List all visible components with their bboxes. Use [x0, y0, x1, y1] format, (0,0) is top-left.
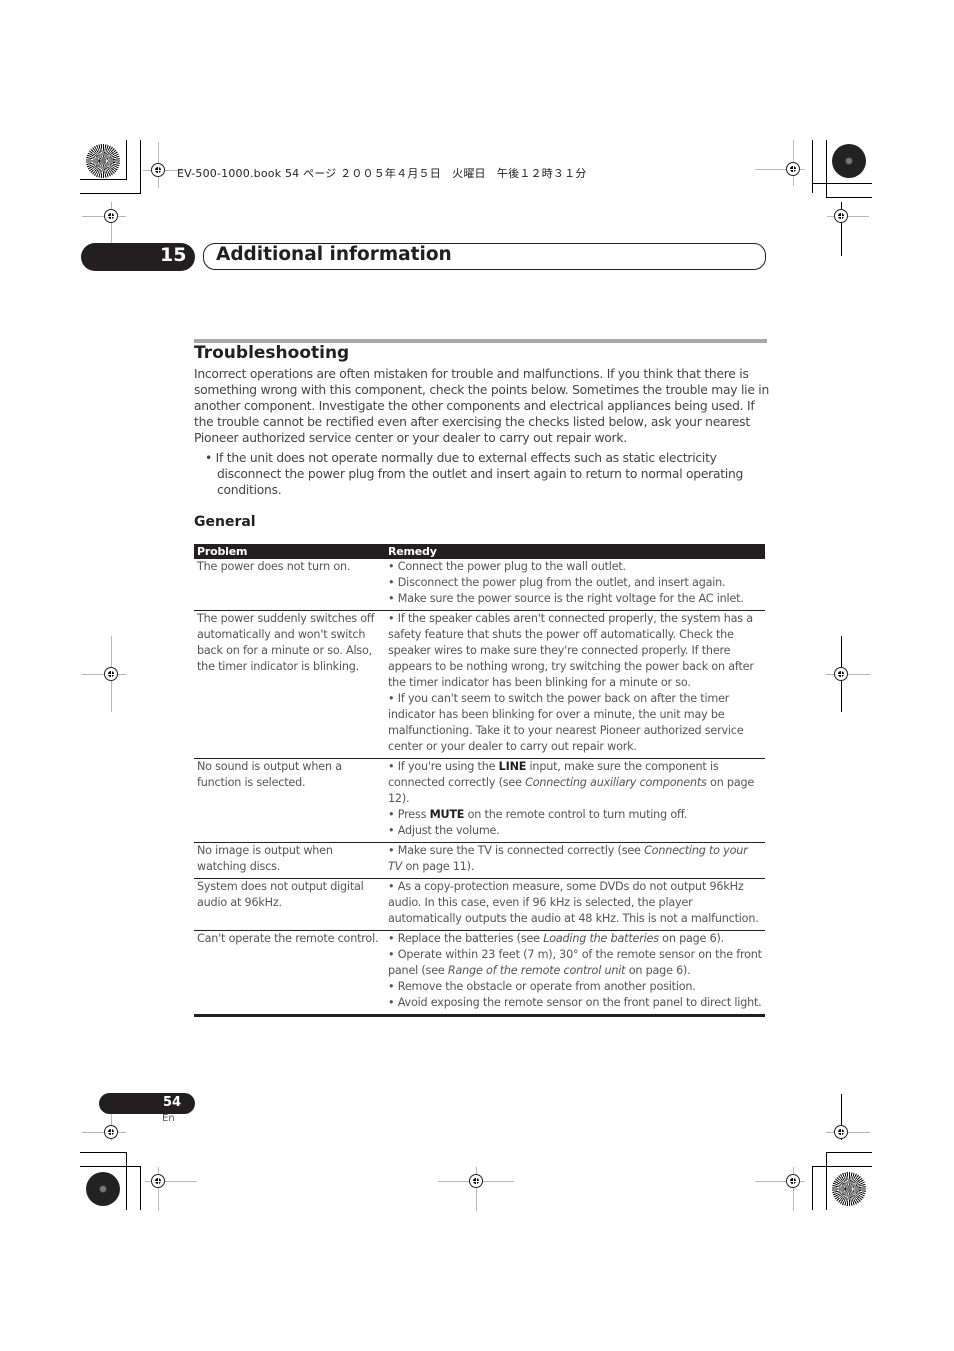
print-header: EV-500-1000.book 54 ページ ２００５年４月５日 火曜日 午後… — [177, 167, 587, 180]
static-electricity-note: • If the unit does not operate normally … — [205, 451, 744, 497]
remedy-cell: • As a copy-protection measure, some DVD… — [385, 878, 765, 931]
crop-line — [826, 140, 827, 198]
problem-cell: The power suddenly switches off automati… — [194, 610, 385, 759]
registration-star-icon — [86, 1172, 120, 1206]
remedy-text: on page 6). — [625, 964, 691, 977]
remedy-text: • If you're using the — [388, 760, 499, 773]
crop-line — [812, 1166, 872, 1167]
crop-line — [812, 1166, 813, 1210]
column-header-remedy: Remedy — [385, 544, 765, 559]
remedy-cell: • Replace the batteries (see Loading the… — [385, 930, 765, 1017]
table-row: The power does not turn on. • Connect th… — [194, 559, 765, 611]
remedy-text: on the remote control to turn muting off… — [464, 808, 688, 821]
registration-mark-icon — [786, 162, 800, 176]
cross-reference: Range of the remote control unit — [447, 964, 626, 977]
crop-line — [80, 179, 127, 180]
chapter-number: 15 — [160, 244, 187, 266]
remedy-item: • As a copy-protection measure, some DVD… — [388, 880, 759, 925]
remedy-text: • Press — [388, 808, 430, 821]
mute-button-label: MUTE — [429, 808, 465, 821]
remedy-item: • Operate within 23 feet (7 m), 30° of t… — [388, 947, 762, 979]
remedy-cell: • If you're using the LINE input, make s… — [385, 758, 765, 843]
registration-star-icon — [832, 1172, 866, 1206]
remedy-text: on page 6). — [658, 932, 725, 945]
crop-line — [826, 1132, 870, 1133]
page-number: 54 — [163, 1095, 182, 1110]
registration-mark-icon — [834, 667, 848, 681]
cross-reference: Loading the batteries — [543, 932, 659, 945]
crop-line — [140, 1166, 141, 1210]
remedy-item: • Replace the batteries (see Loading the… — [388, 931, 762, 947]
registration-mark-icon — [104, 667, 118, 681]
remedy-item: • Disconnect the power plug from the out… — [388, 576, 726, 589]
intro-paragraph: Incorrect operations are often mistaken … — [194, 366, 769, 446]
table-row: No sound is output when a function is se… — [194, 758, 765, 843]
problem-cell: No image is output when watching discs. — [194, 842, 385, 879]
registration-mark-icon — [786, 1174, 800, 1188]
crop-line — [126, 140, 127, 179]
remedy-cell: • If the speaker cables aren't connected… — [385, 610, 765, 759]
problem-cell: System does not output digital audio at … — [194, 878, 385, 931]
remedy-text: • Replace the batteries (see — [388, 932, 544, 945]
troubleshooting-table: Problem Remedy The power does not turn o… — [194, 544, 765, 1017]
page-language: En — [162, 1113, 175, 1124]
crop-line — [80, 1166, 141, 1167]
crop-line — [140, 140, 141, 193]
line-input-label: LINE — [498, 760, 527, 773]
crop-line — [812, 140, 813, 193]
registration-star-icon — [832, 144, 866, 178]
remedy-item: • Make sure the TV is connected correctl… — [388, 843, 762, 875]
registration-mark-icon — [834, 1125, 848, 1139]
table-header-row: Problem Remedy — [194, 544, 765, 559]
table-row: The power suddenly switches off automati… — [194, 610, 765, 759]
table-row: No image is output when watching discs. … — [194, 842, 765, 879]
intro-text: Incorrect operations are often mistaken … — [194, 367, 769, 445]
problem-cell: The power does not turn on. — [194, 559, 385, 611]
registration-star-icon — [86, 144, 120, 178]
crop-line — [826, 1152, 827, 1210]
problem-cell: No sound is output when a function is se… — [194, 758, 385, 843]
crop-line — [812, 183, 872, 184]
remedy-item: • If you're using the LINE input, make s… — [388, 759, 762, 807]
registration-mark-icon — [151, 1174, 165, 1188]
remedy-cell: • Connect the power plug to the wall out… — [385, 559, 765, 611]
remedy-item: • If the speaker cables aren't connected… — [388, 612, 754, 689]
crop-line — [80, 193, 141, 194]
section-title: Troubleshooting — [194, 343, 350, 363]
crop-line — [826, 1152, 872, 1153]
crop-line — [826, 674, 870, 675]
registration-mark-icon — [834, 209, 848, 223]
cross-reference: Connecting auxiliary components — [525, 776, 707, 789]
remedy-text: • Make sure the TV is connected correctl… — [388, 844, 645, 857]
remedy-item: • Make sure the power source is the righ… — [388, 592, 744, 605]
remedy-item: • Remove the obstacle or operate from an… — [388, 980, 696, 993]
subsection-title-general: General — [194, 514, 256, 530]
problem-cell: Can't operate the remote control. — [194, 930, 385, 1017]
table-row: Can't operate the remote control. • Repl… — [194, 930, 765, 1017]
registration-mark-icon — [104, 209, 118, 223]
remedy-item: • Avoid exposing the remote sensor on th… — [388, 996, 762, 1009]
remedy-item: • If you can't seem to switch the power … — [388, 692, 744, 753]
column-header-problem: Problem — [194, 544, 385, 559]
chapter-title: Additional information — [216, 244, 452, 265]
remedy-text: on page 11). — [402, 860, 475, 873]
registration-mark-icon — [151, 163, 165, 177]
registration-mark-icon — [469, 1174, 483, 1188]
crop-line — [80, 1152, 127, 1153]
table-row: System does not output digital audio at … — [194, 878, 765, 931]
remedy-item: • Press MUTE on the remote control to tu… — [388, 807, 762, 823]
remedy-item: • Connect the power plug to the wall out… — [388, 560, 626, 573]
crop-line — [126, 1152, 127, 1210]
remedy-item: • Adjust the volume. — [388, 824, 500, 837]
registration-mark-icon — [104, 1125, 118, 1139]
crop-line — [826, 197, 872, 198]
remedy-cell: • Make sure the TV is connected correctl… — [385, 842, 765, 879]
